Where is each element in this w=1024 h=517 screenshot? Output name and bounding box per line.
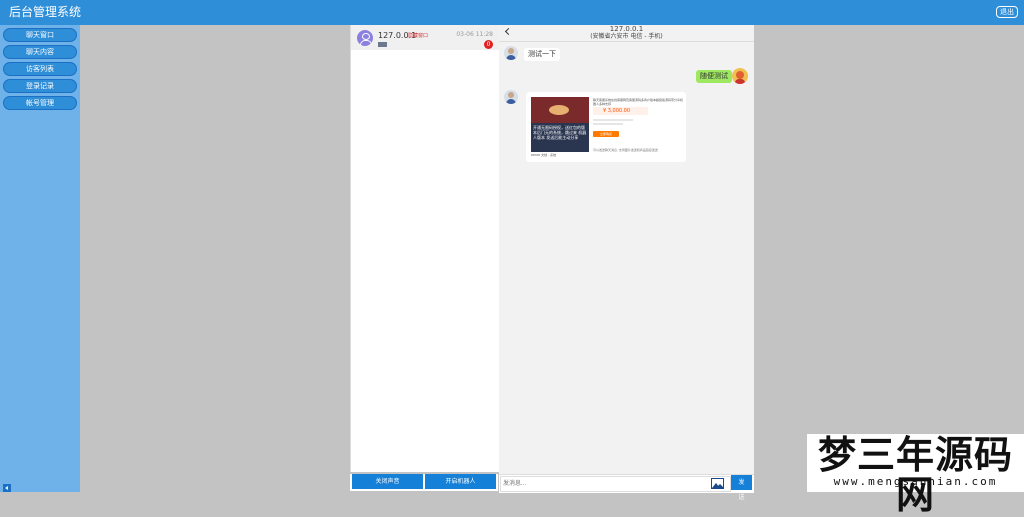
message-bubble-incoming: 测试一下 <box>524 48 560 61</box>
hidden-window-tag: 隐藏窗口 <box>408 33 429 39</box>
message-input[interactable] <box>500 476 731 492</box>
mute-sound-button[interactable]: 关闭声音 <box>352 474 423 489</box>
app-title: 后台管理系统 <box>9 5 82 19</box>
product-price-box: ¥ 3,000.00 <box>593 107 648 115</box>
buy-now-button[interactable]: 立即购买 <box>593 131 619 137</box>
product-title: 聊天客服系统在线客服网页客服源码多商户版本超级版源码带分享机器人多种支持 <box>593 98 684 106</box>
product-card[interactable]: 开通无限码授权，送红包的版本后门无的系统，跳过来 机器人版本 发送后能主动分享 … <box>526 92 686 162</box>
collapse-sidebar-icon[interactable] <box>3 484 11 492</box>
chat-header: 127.0.0.1 (安徽省六安市 电信 - 手机) <box>499 25 754 42</box>
chat-input-bar: 发送 <box>499 474 754 501</box>
sidebar-item-chat-content[interactable]: 聊天内容 <box>3 45 77 59</box>
session-item[interactable]: 127.0.0.1 隐藏窗口 03-06 11:28 0 <box>351 25 499 50</box>
agent-avatar-icon <box>504 90 518 104</box>
unread-badge: 0 <box>484 40 493 49</box>
visitor-avatar-icon <box>357 30 373 46</box>
session-actions: 关闭声音 开启机器人 <box>350 474 498 491</box>
product-footer-note: 可以发送聊天消息, 支持图片发送和商品链接发送 <box>593 148 658 152</box>
enable-robot-button[interactable]: 开启机器人 <box>425 474 496 489</box>
sidebar-item-accounts[interactable]: 帐号管理 <box>3 96 77 110</box>
product-image-text: 开通无限码授权，送红包的版本后门无的系统，跳过来 机器人版本 发送后能主动分享 <box>533 125 587 140</box>
sidebar-item-visitors[interactable]: 访客列表 <box>3 62 77 76</box>
session-list: 127.0.0.1 隐藏窗口 03-06 11:28 0 <box>350 25 499 472</box>
session-time: 03-06 11:28 <box>456 31 493 38</box>
watermark-url: www.mengsannian.com <box>833 475 998 488</box>
sidebar-item-chat-window[interactable]: 聊天窗口 <box>3 28 77 42</box>
sidebar-item-login-log[interactable]: 登录记录 <box>3 79 77 93</box>
agent-avatar-icon <box>504 46 518 60</box>
product-image: 开通无限码授权，送红包的版本后门无的系统，跳过来 机器人版本 发送后能主动分享 <box>531 97 589 152</box>
chat-visitor-location: (安徽省六安市 电信 - 手机) <box>590 33 663 40</box>
chat-panel: 127.0.0.1 (安徽省六安市 电信 - 手机) 测试一下 随便测试 开通无… <box>499 25 754 492</box>
send-button[interactable]: 发送 <box>731 475 752 501</box>
logout-button[interactable]: 退出 <box>996 6 1018 18</box>
product-price: ¥ 3,000.00 <box>603 108 631 114</box>
product-image-caption: DEMO 文档 - 系统 <box>531 153 557 157</box>
top-bar: 后台管理系统 退出 <box>0 0 1024 25</box>
send-image-icon[interactable] <box>711 478 724 489</box>
sidebar: 聊天窗口 聊天内容 访客列表 登录记录 帐号管理 <box>0 25 80 492</box>
message-preview-image-icon <box>378 42 387 47</box>
user-avatar-icon <box>732 68 748 84</box>
chat-visitor-ip: 127.0.0.1 <box>609 25 644 33</box>
watermark: 梦三年源码网 www.mengsannian.com <box>807 434 1024 515</box>
message-bubble-outgoing: 随便测试 <box>696 70 732 83</box>
